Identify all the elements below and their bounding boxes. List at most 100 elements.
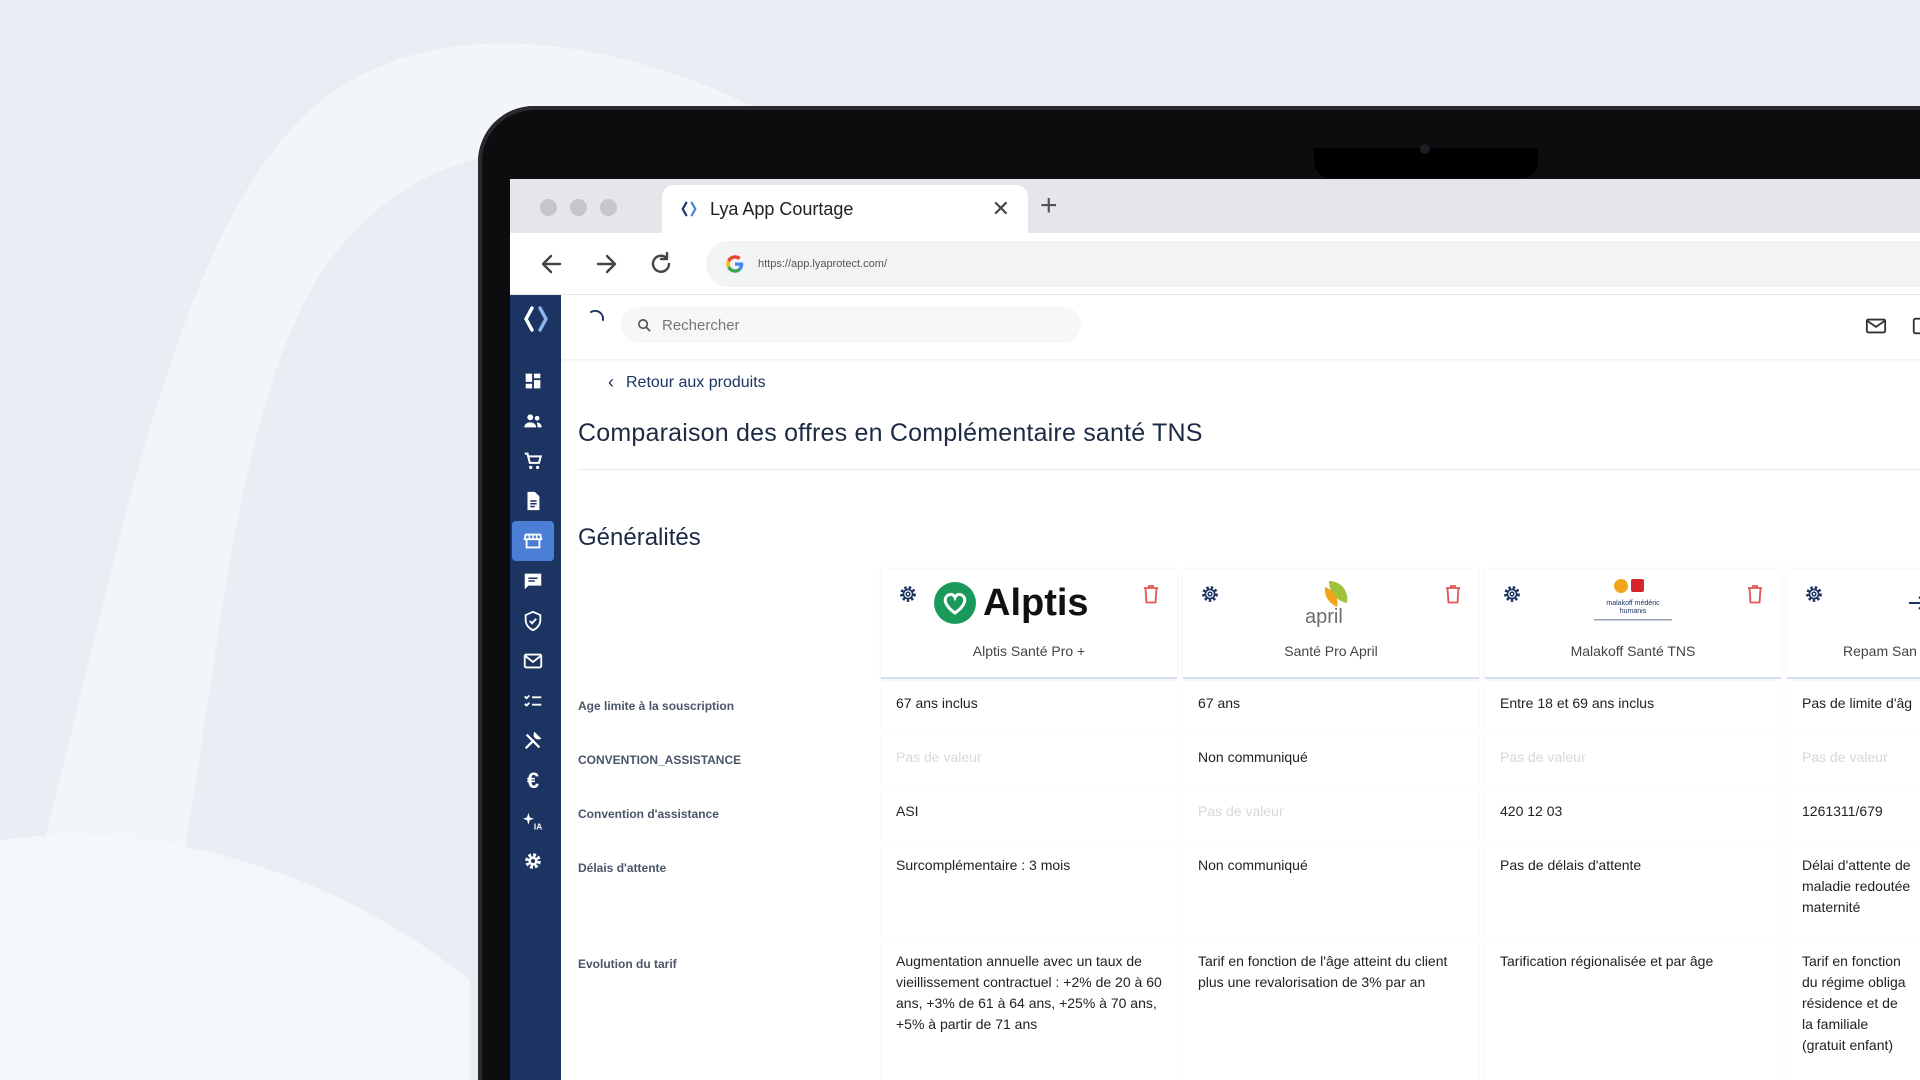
table-cell: Tarif en fonction de l'âge atteint du cl…: [1183, 939, 1479, 1080]
back-link-label: Retour aux produits: [626, 373, 766, 391]
table-cell: Tarification régionalisée et par âge: [1485, 939, 1781, 1080]
google-icon: [726, 255, 744, 273]
offer-column-header: Alptis Alptis Santé Pro +: [881, 569, 1177, 679]
window-close-dot[interactable]: [540, 199, 557, 216]
offer-name: Alptis Santé Pro +: [972, 643, 1086, 659]
people-icon: [524, 414, 542, 428]
trash-icon[interactable]: [1141, 583, 1161, 605]
tools-icon: [524, 731, 542, 750]
table-cell: 1261311/679: [1787, 789, 1920, 843]
euro-icon: €: [526, 768, 540, 793]
table-cell: ASI: [881, 789, 1177, 843]
mail-icon: [523, 653, 543, 669]
offer-name: Repam San: [1843, 643, 1917, 659]
sidebar-item-ai[interactable]: IA: [512, 801, 554, 841]
tab-title: Lya App Courtage: [710, 198, 854, 219]
row-label: Evolution du tarif: [578, 957, 677, 971]
gear-icon[interactable]: [1803, 583, 1825, 605]
notification-icon[interactable]: [1911, 315, 1920, 337]
sidebar-item-tasks[interactable]: [512, 681, 554, 721]
sidebar-item-messages[interactable]: [512, 561, 554, 601]
table-cell: Délai d'attente de maladie redoutée mate…: [1787, 843, 1920, 939]
sidebar-item-clients[interactable]: [512, 401, 554, 441]
url-text: https://app.lyaprotect.com/: [758, 258, 888, 270]
sidebar-item-dashboard[interactable]: [512, 361, 554, 401]
table-cell: 67 ans inclus: [881, 681, 1177, 735]
gear-icon[interactable]: [1199, 583, 1221, 605]
window-minimize-dot[interactable]: [570, 199, 587, 216]
trash-icon[interactable]: [1745, 583, 1765, 605]
back-to-products-link[interactable]: ‹ Retour aux produits: [608, 372, 766, 393]
screen: Lya App Courtage ✕ + https://app.lyaprot…: [510, 179, 1920, 1080]
row-label: Délais d'attente: [578, 861, 667, 875]
sidebar-item-mail[interactable]: [512, 641, 554, 681]
row-label: Age limite à la souscription: [578, 699, 735, 713]
svg-text:april: april: [1305, 606, 1343, 628]
store-icon: [523, 533, 543, 549]
checklist-icon: [524, 694, 542, 707]
alptis-logo: Alptis: [931, 577, 1127, 629]
shield-check-icon: [524, 610, 542, 632]
title-divider: [578, 469, 1920, 470]
search-placeholder: Rechercher: [662, 316, 740, 334]
sidebar-item-settings[interactable]: [512, 841, 554, 881]
window-maximize-dot[interactable]: [600, 199, 617, 216]
search-input[interactable]: Rechercher: [621, 307, 1081, 343]
table-cell: Entre 18 et 69 ans inclus: [1485, 681, 1781, 735]
trash-icon[interactable]: [1443, 583, 1463, 605]
row-label: CONVENTION_ASSISTANCE: [578, 753, 742, 767]
table-cell: Non communiqué: [1183, 843, 1479, 939]
sparkle-ia-icon: IA: [522, 812, 542, 831]
offer-column-header: Repam San: [1787, 569, 1920, 679]
chevron-left-icon: ‹: [608, 372, 614, 392]
sidebar-item-tools[interactable]: [512, 721, 554, 761]
new-tab-icon[interactable]: +: [1040, 191, 1058, 221]
browser-tab[interactable]: Lya App Courtage ✕: [662, 185, 1028, 233]
table-cell: Tarif en fonction du régime obliga résid…: [1787, 939, 1920, 1080]
table-cell: 67 ans: [1183, 681, 1479, 735]
dashboard-icon: [525, 373, 541, 389]
browser-toolbar: https://app.lyaprotect.com/: [510, 233, 1920, 295]
chat-icon: [524, 573, 542, 590]
row-label: Convention d'assistance: [578, 807, 719, 821]
loading-spinner-icon: [590, 309, 605, 321]
table-cell: Non communiqué: [1183, 735, 1479, 789]
gear-icon[interactable]: [897, 583, 919, 605]
back-arrow-icon[interactable]: [538, 250, 566, 278]
lya-favicon-icon: [681, 201, 697, 217]
svg-text:malakoff médéric: malakoff médéric: [1606, 600, 1660, 607]
offer-column-header: april Santé Pro April: [1183, 569, 1479, 679]
sidebar-item-documents[interactable]: [512, 481, 554, 521]
reload-icon[interactable]: [647, 250, 675, 278]
section-title: Généralités: [578, 524, 701, 551]
table-cell: 420 12 03: [1485, 789, 1781, 843]
lya-logo-icon[interactable]: [520, 303, 552, 335]
table-cell-empty: Pas de valeur: [1183, 789, 1479, 843]
forward-arrow-icon[interactable]: [592, 250, 620, 278]
sidebar-item-products[interactable]: [512, 521, 554, 561]
cart-icon: [524, 452, 543, 470]
svg-text:Alptis: Alptis: [983, 582, 1089, 624]
table-cell: Pas de délais d'attente: [1485, 843, 1781, 939]
app-sidebar: € IA: [510, 295, 561, 1080]
sidebar-item-claims[interactable]: [512, 601, 554, 641]
gear-icon[interactable]: [1501, 583, 1523, 605]
table-cell-empty: Pas de valeur: [1485, 735, 1781, 789]
search-icon: [638, 318, 651, 332]
sidebar-item-finance[interactable]: €: [512, 761, 554, 801]
april-logo: april: [1233, 577, 1429, 629]
offer-name: Malakoff Santé TNS: [1570, 643, 1696, 659]
settings-icon: [525, 853, 541, 869]
table-cell-empty: Pas de valeur: [881, 735, 1177, 789]
tab-close-icon[interactable]: ✕: [992, 198, 1010, 220]
sidebar-item-shop[interactable]: [512, 441, 554, 481]
page-title: Comparaison des offres en Complémentaire…: [578, 419, 1203, 447]
malakoff-logo: malakoff médéric humanis: [1535, 577, 1731, 629]
table-cell: Augmentation annuelle avec un taux de vi…: [881, 939, 1177, 1080]
svg-text:IA: IA: [534, 822, 542, 831]
url-bar[interactable]: https://app.lyaprotect.com/: [706, 241, 1920, 287]
offer-name: Santé Pro April: [1284, 643, 1378, 659]
table-cell: Surcomplémentaire : 3 mois: [881, 843, 1177, 939]
mail-icon[interactable]: [1865, 315, 1887, 337]
browser-tabbar: Lya App Courtage ✕ +: [510, 179, 1920, 233]
